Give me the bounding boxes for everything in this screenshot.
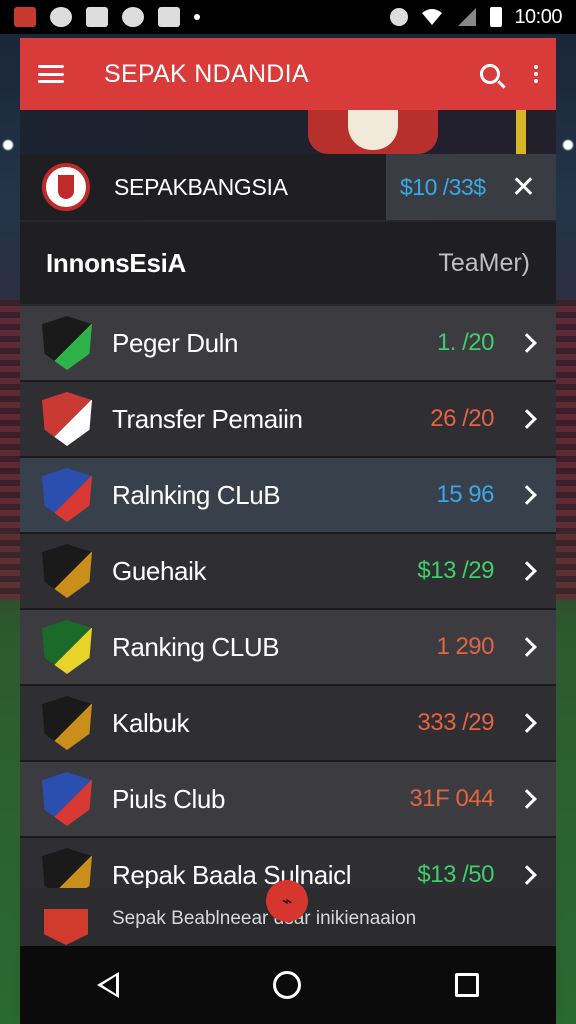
footer-text: Sepak Beablneear dsar inikienaaion — [112, 908, 417, 929]
item-value: 1. /20 — [436, 329, 495, 356]
club-shield-icon — [42, 772, 92, 826]
clock: 10:00 — [514, 5, 562, 28]
list-item[interactable]: Transfer Pemaiin 26 /20 — [20, 382, 556, 458]
item-value: 333 /29 — [417, 709, 494, 736]
dot-icon — [194, 14, 200, 20]
section-title: InnonsEsiA — [46, 247, 187, 278]
club-shield-icon — [42, 620, 92, 674]
item-label: Ralnking CLuB — [112, 479, 281, 510]
chevron-right-icon — [517, 333, 537, 353]
list-item[interactable]: Guehaik $13 /29 — [20, 534, 556, 610]
item-label: Piuls Club — [112, 783, 226, 814]
crest-graphic — [308, 110, 438, 154]
club-logo-icon — [42, 163, 90, 211]
close-icon[interactable]: ✕ — [511, 170, 536, 205]
tag-icon — [86, 7, 108, 27]
chevron-right-icon — [517, 561, 537, 581]
notification-icon — [14, 7, 36, 27]
club-shield-icon — [42, 316, 92, 370]
list-item[interactable]: Peger Duln 1. /20 — [20, 306, 556, 382]
chevron-right-icon — [517, 485, 537, 505]
list-item[interactable]: Kalbuk 333 /29 — [20, 686, 556, 762]
banner-image — [20, 110, 556, 154]
smile-icon — [122, 7, 144, 27]
club-shield-icon — [42, 468, 92, 522]
item-value: 15 96 — [436, 481, 494, 508]
location-pin-icon[interactable]: ⌁ — [266, 880, 308, 922]
club-shield-icon — [42, 392, 92, 446]
recent-apps-icon[interactable] — [455, 973, 479, 997]
featured-price: $10 /33$ — [400, 173, 486, 200]
featured-club-name: SEPAKBANGSIA — [114, 173, 288, 200]
item-value: 1 290 — [436, 633, 494, 660]
chevron-right-icon — [517, 713, 537, 733]
item-label: Peger Duln — [112, 327, 239, 358]
featured-club-row[interactable]: SEPAKBANGSIA $10 /33$ ✕ — [20, 154, 556, 220]
item-label: Guehaik — [112, 555, 207, 586]
alarm-icon — [390, 8, 409, 26]
app-bar: SEPAK NDANDIA — [20, 38, 556, 110]
more-vert-icon[interactable] — [534, 65, 538, 83]
item-label: Transfer Pemaiin — [112, 403, 303, 434]
item-value: 26 /20 — [430, 405, 494, 432]
club-shield-icon — [42, 696, 92, 750]
item-value: 31F 044 — [409, 785, 494, 812]
section-right-label[interactable]: TeaMer) — [438, 249, 530, 278]
status-bar: 10:00 — [0, 0, 576, 34]
item-label: Ranking CLUB — [112, 631, 280, 662]
list-item[interactable]: Ranking CLUB 1 290 — [20, 610, 556, 686]
back-icon[interactable] — [97, 972, 119, 998]
list-item[interactable]: Piuls Club 31F 044 — [20, 762, 556, 838]
section-header: InnonsEsiA TeaMer) — [20, 222, 556, 304]
wifi-icon — [422, 9, 443, 25]
footer-logo-icon — [44, 909, 88, 945]
list-item[interactable]: Ralnking CLuB 15 96 — [20, 458, 556, 534]
chevron-right-icon — [517, 865, 537, 885]
goal-post-graphic — [516, 110, 526, 154]
battery-icon — [490, 7, 503, 27]
club-shield-icon — [42, 544, 92, 598]
item-value: $13 /50 — [417, 861, 494, 888]
signal-icon — [458, 8, 477, 26]
search-icon[interactable] — [480, 64, 500, 84]
chevron-right-icon — [517, 409, 537, 429]
club-list: Peger Duln 1. /20 Transfer Pemaiin 26 /2… — [20, 306, 556, 914]
item-value: $13 /29 — [417, 557, 494, 584]
image-icon — [158, 7, 180, 27]
chevron-right-icon — [517, 789, 537, 809]
sync-icon — [50, 7, 72, 27]
menu-icon[interactable] — [38, 65, 64, 83]
chevron-right-icon — [517, 637, 537, 657]
item-label: Repak Baala Sulnaicl — [112, 859, 352, 890]
item-label: Kalbuk — [112, 707, 190, 738]
system-nav-bar — [20, 946, 556, 1024]
home-icon[interactable] — [273, 971, 301, 999]
app-title: SEPAK NDANDIA — [104, 59, 309, 88]
